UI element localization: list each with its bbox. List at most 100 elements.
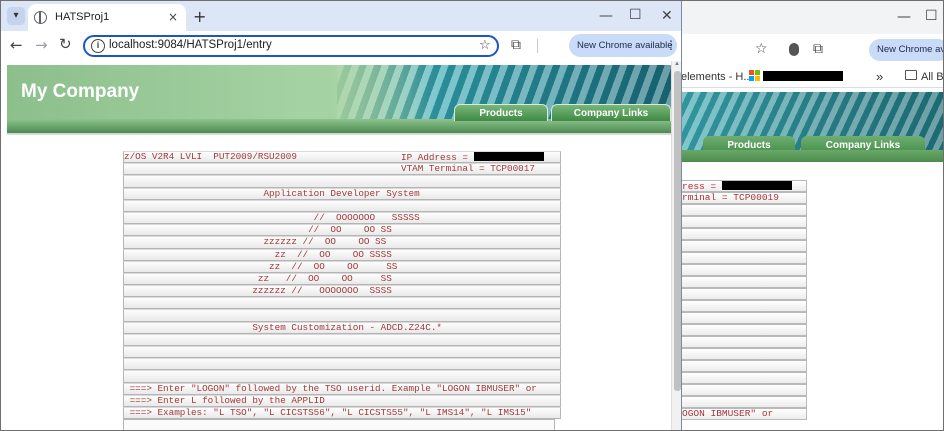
page-scrollbar[interactable]: ▲ [671, 61, 681, 430]
redacted-ip [721, 181, 792, 190]
terminal-row: zz // OO OO SS [123, 272, 561, 286]
terminal-row: ===> Enter L followed by the APPLID [123, 394, 561, 407]
terminal-row: zz // OO OO SSSS [123, 248, 561, 261]
terminal-row: VTAM Terminal = TCP00017 [123, 163, 561, 176]
title-bar: ▾ HATSProj1 × + — ☐ ✕ [1, 1, 681, 31]
terminal-row: ===> Examples: "L TSO", "L CICSTS56", "L… [123, 406, 561, 420]
chrome-menu-icon[interactable]: ⋮ [665, 34, 677, 57]
background-maximize-button[interactable]: ☐ [925, 9, 938, 23]
background-terminal-row [681, 216, 807, 228]
forward-button[interactable]: → [35, 38, 48, 53]
tab-close-icon[interactable]: × [168, 10, 178, 24]
new-chrome-available-button[interactable]: New Chrome available ⋮ [569, 34, 677, 57]
new-chrome-label: New Chrome available [577, 40, 673, 51]
terminal-row [123, 297, 561, 310]
address-bar[interactable]: i localhost:9084/HATSProj1/entry ☆ [83, 35, 499, 57]
logon-instruction-text: ===> Enter "LOGON" followed by the TSO u… [124, 382, 537, 394]
examples-instruction-text: ===> Examples: "L TSO", "L CICSTS56", "L… [124, 406, 532, 418]
extensions-icon[interactable]: ⧉ [511, 38, 521, 52]
background-terminal-row [681, 252, 807, 264]
redacted-bookmark [763, 71, 843, 81]
terminal-row [123, 333, 561, 346]
browser-toolbar: ← → ↻ i localhost:9084/HATSProj1/entry ☆… [1, 31, 681, 61]
background-minimize-button[interactable]: — [897, 10, 911, 24]
background-browser-window: — ☐ ☆ ⧉ New Chrome available elements - … [680, 0, 944, 431]
terminal-row: // OO OO SS [123, 224, 561, 237]
bookmarks-bar: elements - H... » All Bo [681, 66, 944, 88]
tab-search-chevron-icon[interactable]: ▾ [7, 7, 25, 25]
background-extensions-icon[interactable]: ⧉ [813, 42, 823, 56]
system-version-text: z/OS V2R4 LVLI PUT2009/RSU2009 [124, 151, 297, 162]
bookmark-star-icon[interactable]: ☆ [479, 38, 491, 53]
terminal-row: zzzzzz // OOOOOOO SSSS [123, 285, 561, 298]
background-terminal-row [681, 396, 807, 408]
background-banner: Products Company Links [681, 92, 944, 150]
ip-address-field: IP Address = [401, 152, 544, 162]
banner-divider [7, 133, 671, 135]
ascii-logo-line: zzzzzz // OO OO SS [124, 236, 387, 248]
terminal-input-field[interactable] [123, 419, 555, 430]
background-toolbar: ☆ ⧉ New Chrome available [681, 34, 944, 66]
more-bookmarks-icon[interactable]: » [876, 69, 883, 84]
toolbar-divider [537, 39, 538, 53]
terminal-row: zz // OO OO SS [123, 260, 561, 273]
new-tab-button[interactable]: + [193, 7, 206, 26]
background-terminal-row [681, 324, 807, 336]
ascii-logo-line: // OO OO SS [124, 224, 392, 236]
maximize-button[interactable]: ☐ [629, 8, 642, 22]
redacted-ip-address [473, 152, 544, 161]
scrollbar-thumb[interactable] [674, 71, 681, 391]
scroll-up-icon[interactable]: ▲ [674, 61, 680, 67]
ascii-logo-line: zz // OO OO SS [124, 272, 392, 284]
terminal-row: Application Developer System [123, 187, 561, 200]
background-page-content: Products Company Links ress = rminal = T… [681, 88, 944, 431]
vtam-terminal-text: VTAM Terminal = TCP00017 [401, 163, 535, 175]
background-terminal-row: rminal = TCP00019 [681, 192, 807, 204]
terminal-row [123, 175, 561, 188]
close-window-button[interactable]: ✕ [661, 9, 673, 23]
background-new-chrome-button[interactable]: New Chrome available [869, 39, 944, 61]
products-tab[interactable]: Products [454, 104, 548, 121]
company-links-tab[interactable]: Company Links [551, 104, 671, 121]
background-products-tab[interactable]: Products [703, 136, 795, 150]
bookmark-elements[interactable]: elements - H... [681, 71, 753, 83]
site-info-icon[interactable]: i [91, 39, 105, 53]
terminal-row [123, 309, 561, 322]
terminal-row: // OOOOOOO SSSSS [123, 211, 561, 225]
background-company-links-tab[interactable]: Company Links [801, 136, 925, 150]
all-bookmarks-link[interactable]: All Bo [921, 71, 944, 83]
ascii-logo-line: zz // OO OO SSSS [124, 248, 392, 260]
minimize-button[interactable]: — [599, 9, 613, 23]
terminal-row: z/OS V2R4 LVLI PUT2009/RSU2009 IP Addres… [123, 151, 561, 164]
ascii-logo-line: zz // OO OO SS [124, 260, 398, 272]
background-terminal-row [681, 300, 807, 312]
company-name: My Company [21, 81, 140, 102]
ascii-logo-line: // OOOOOOO SSSSS [124, 211, 420, 223]
terminal-row: ===> Enter "LOGON" followed by the TSO u… [123, 382, 561, 395]
terminal-row [123, 358, 561, 371]
green-band [7, 119, 671, 133]
reload-button[interactable]: ↻ [59, 37, 72, 52]
back-button[interactable]: ← [10, 38, 23, 53]
background-bookmark-star-icon[interactable]: ☆ [755, 42, 768, 56]
system-name-heading: Application Developer System [124, 187, 420, 199]
background-title-bar: — ☐ [681, 0, 944, 34]
background-terminal-row [681, 384, 807, 396]
folder-icon [905, 70, 917, 80]
microsoft-logo-icon [749, 70, 761, 82]
background-terminal-row [681, 228, 807, 240]
terminal-row [123, 199, 561, 212]
background-terminal-row [681, 336, 807, 348]
background-terminal-row [681, 360, 807, 372]
globe-icon [34, 11, 47, 24]
microphone-icon[interactable] [789, 43, 799, 56]
terminal-row [123, 370, 561, 383]
background-terminal-row [681, 348, 807, 360]
url-text[interactable]: localhost:9084/HATSProj1/entry [109, 39, 272, 51]
tab-hatsproj1[interactable]: HATSProj1 × [28, 4, 186, 31]
page-content: My Company Products Company Links z/OS V… [1, 61, 681, 430]
terminal-row: System Customization - ADCD.Z24C.* [123, 321, 561, 334]
background-terminal-row: ress = [681, 180, 807, 192]
background-terminal-row [681, 288, 807, 300]
background-terminal-row [681, 276, 807, 288]
